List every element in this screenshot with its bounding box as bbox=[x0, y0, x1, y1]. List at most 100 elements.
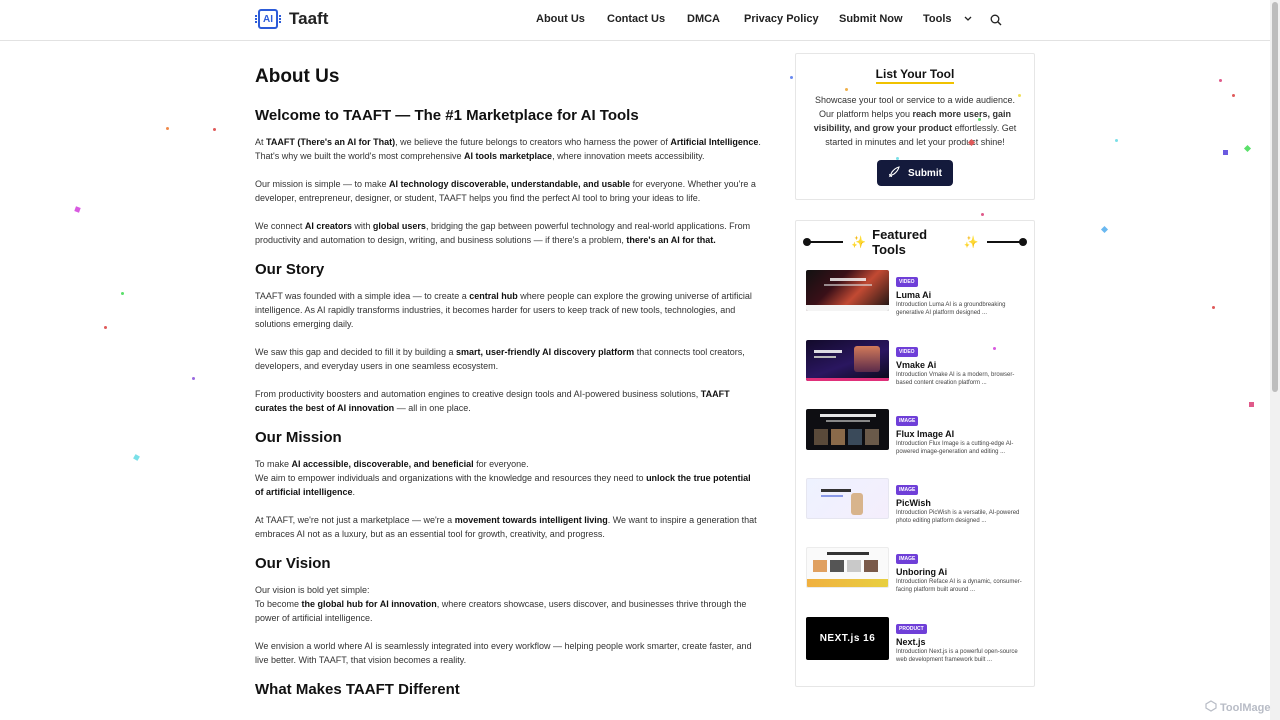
story-paragraph-3: From productivity boosters and automatio… bbox=[255, 389, 730, 413]
top-navigation-bar: AI Taaft About Us Contact Us DMCA Privac… bbox=[0, 0, 1270, 41]
mission-paragraph-2: At TAAFT, we're not just a marketplace —… bbox=[255, 515, 757, 539]
story-paragraph-2: We saw this gap and decided to fill it b… bbox=[255, 347, 745, 371]
tool-info: Image Flux Image AI Introduction Flux Im… bbox=[896, 409, 1024, 456]
tool-description: Introduction Flux Image is a cutting-edg… bbox=[896, 441, 1014, 455]
tool-info: Video Luma Ai Introduction Luma AI is a … bbox=[896, 270, 1024, 317]
sparkle-icon: ✨ bbox=[963, 235, 979, 249]
confetti-piece bbox=[978, 118, 981, 121]
tool-name[interactable]: Flux Image AI bbox=[896, 429, 1024, 439]
confetti-piece bbox=[1243, 144, 1252, 153]
category-badge: Product bbox=[896, 624, 927, 634]
tool-name[interactable]: Unboring Ai bbox=[896, 567, 1024, 577]
tool-thumbnail[interactable] bbox=[806, 340, 889, 381]
page-scrollbar[interactable] bbox=[1270, 0, 1280, 720]
logo-text: AI bbox=[263, 13, 273, 25]
confetti-piece bbox=[104, 326, 107, 329]
tool-name[interactable]: Next.js bbox=[896, 637, 1024, 647]
tool-card-flux-image-ai[interactable]: Image Flux Image AI Introduction Flux Im… bbox=[806, 409, 1026, 469]
confetti-piece bbox=[121, 292, 124, 295]
vision-paragraph-2: We envision a world where AI is seamless… bbox=[255, 641, 752, 665]
toolmage-watermark: ToolMage bbox=[1205, 700, 1271, 715]
welcome-paragraph-1: At TAAFT (There's an AI for That), we be… bbox=[255, 137, 761, 161]
nav-dmca[interactable]: DMCA bbox=[687, 13, 744, 25]
brand-name: Taaft bbox=[289, 9, 329, 28]
tool-info: Video Vmake Ai Introduction Vmake AI is … bbox=[896, 340, 1024, 387]
category-badge: Image bbox=[896, 416, 919, 426]
toolmage-logo-icon bbox=[1205, 700, 1217, 715]
confetti-piece bbox=[1100, 225, 1109, 234]
confetti-piece bbox=[896, 157, 899, 160]
confetti-piece bbox=[1115, 139, 1118, 142]
confetti-piece bbox=[993, 347, 996, 350]
nav-about-us[interactable]: About Us bbox=[536, 13, 607, 25]
tool-info: Image PicWish Introduction PicWish is a … bbox=[896, 478, 1024, 525]
tool-description: Introduction Reface AI is a dynamic, con… bbox=[896, 579, 1022, 593]
confetti-piece bbox=[213, 128, 216, 131]
tool-thumbnail[interactable]: NEXT.js 16 bbox=[806, 617, 889, 660]
featured-tools-title: Featured Tools bbox=[872, 227, 928, 257]
featured-tools-header: ✨ Featured Tools ✨ bbox=[802, 227, 1028, 257]
confetti-piece bbox=[133, 454, 140, 461]
confetti-piece bbox=[790, 76, 793, 79]
search-icon[interactable] bbox=[990, 13, 1004, 27]
sparkle-icon: ✨ bbox=[851, 235, 867, 249]
story-heading: Our Story bbox=[255, 261, 325, 278]
confetti-piece bbox=[1232, 94, 1235, 97]
list-your-tool-text: Showcase your tool or service to a wide … bbox=[813, 95, 1017, 147]
confetti-piece bbox=[74, 206, 81, 213]
confetti-piece bbox=[1223, 150, 1228, 155]
tool-thumbnail[interactable] bbox=[806, 547, 889, 588]
tool-description: Introduction Vmake AI is a modern, brows… bbox=[896, 372, 1015, 386]
welcome-paragraph-2: Our mission is simple — to make AI techn… bbox=[255, 179, 756, 203]
confetti-piece bbox=[1018, 94, 1021, 97]
nav-tools[interactable]: Tools bbox=[923, 13, 972, 25]
different-heading: What Makes TAAFT Different bbox=[255, 681, 460, 698]
vision-heading: Our Vision bbox=[255, 555, 331, 572]
tool-card-luma-ai[interactable]: Video Luma Ai Introduction Luma AI is a … bbox=[806, 270, 1026, 330]
confetti-piece bbox=[1219, 79, 1222, 82]
tool-info: Image Unboring Ai Introduction Reface AI… bbox=[896, 547, 1024, 594]
tool-card-picwish[interactable]: Image PicWish Introduction PicWish is a … bbox=[806, 478, 1026, 538]
welcome-paragraph-3: We connect AI creators with global users… bbox=[255, 221, 751, 245]
nav-submit-now[interactable]: Submit Now bbox=[839, 13, 923, 25]
tool-info: Product Next.js Introduction Next.js is … bbox=[896, 617, 1024, 664]
list-your-tool-title: List Your Tool bbox=[875, 67, 955, 84]
thumbnail-text: NEXT.js 16 bbox=[819, 633, 876, 644]
nav-privacy-policy[interactable]: Privacy Policy bbox=[744, 13, 839, 25]
site-logo[interactable]: AI Taaft bbox=[255, 9, 329, 29]
featured-tools-card: ✨ Featured Tools ✨ Video Luma Ai Introdu… bbox=[795, 220, 1035, 687]
confetti-piece bbox=[981, 213, 984, 216]
scrollbar-thumb[interactable] bbox=[1272, 2, 1278, 392]
submit-button[interactable]: Submit bbox=[877, 160, 953, 186]
mission-heading: Our Mission bbox=[255, 429, 342, 446]
rocket-icon bbox=[888, 165, 900, 181]
tool-thumbnail[interactable] bbox=[806, 409, 889, 450]
submit-button-label: Submit bbox=[908, 167, 942, 179]
tool-thumbnail[interactable] bbox=[806, 478, 889, 519]
tool-description: Introduction PicWish is a versatile, AI-… bbox=[896, 510, 1020, 524]
page-title: About Us bbox=[255, 66, 340, 87]
watermark-text: ToolMage bbox=[1220, 701, 1271, 714]
category-badge: Video bbox=[896, 347, 918, 357]
confetti-piece bbox=[1212, 306, 1215, 309]
tool-name[interactable]: Vmake Ai bbox=[896, 360, 1024, 370]
chevron-down-icon bbox=[964, 14, 972, 24]
decorative-line-right bbox=[986, 238, 1028, 246]
tool-description: Introduction Luma AI is a groundbreaking… bbox=[896, 302, 1006, 316]
confetti-piece bbox=[166, 127, 169, 130]
tool-name[interactable]: Luma Ai bbox=[896, 290, 1024, 300]
confetti-piece bbox=[192, 377, 195, 380]
confetti-piece bbox=[1249, 402, 1254, 407]
nav-contact-us[interactable]: Contact Us bbox=[607, 13, 687, 25]
tool-name[interactable]: PicWish bbox=[896, 498, 1024, 508]
tool-thumbnail[interactable] bbox=[806, 270, 889, 311]
decorative-line-left bbox=[802, 238, 844, 246]
confetti-piece bbox=[845, 88, 848, 91]
list-your-tool-card: List Your Tool Showcase your tool or ser… bbox=[795, 53, 1035, 200]
chip-logo-icon: AI bbox=[255, 9, 281, 29]
tool-card-nextjs[interactable]: NEXT.js 16 Product Next.js Introduction … bbox=[806, 617, 1026, 677]
tool-card-unboring-ai[interactable]: Image Unboring Ai Introduction Reface AI… bbox=[806, 547, 1026, 607]
welcome-heading: Welcome to TAAFT — The #1 Marketplace fo… bbox=[255, 107, 639, 124]
about-content: About Us Welcome to TAAFT — The #1 Marke… bbox=[255, 66, 761, 709]
nav-tools-label[interactable]: Tools bbox=[923, 13, 952, 25]
